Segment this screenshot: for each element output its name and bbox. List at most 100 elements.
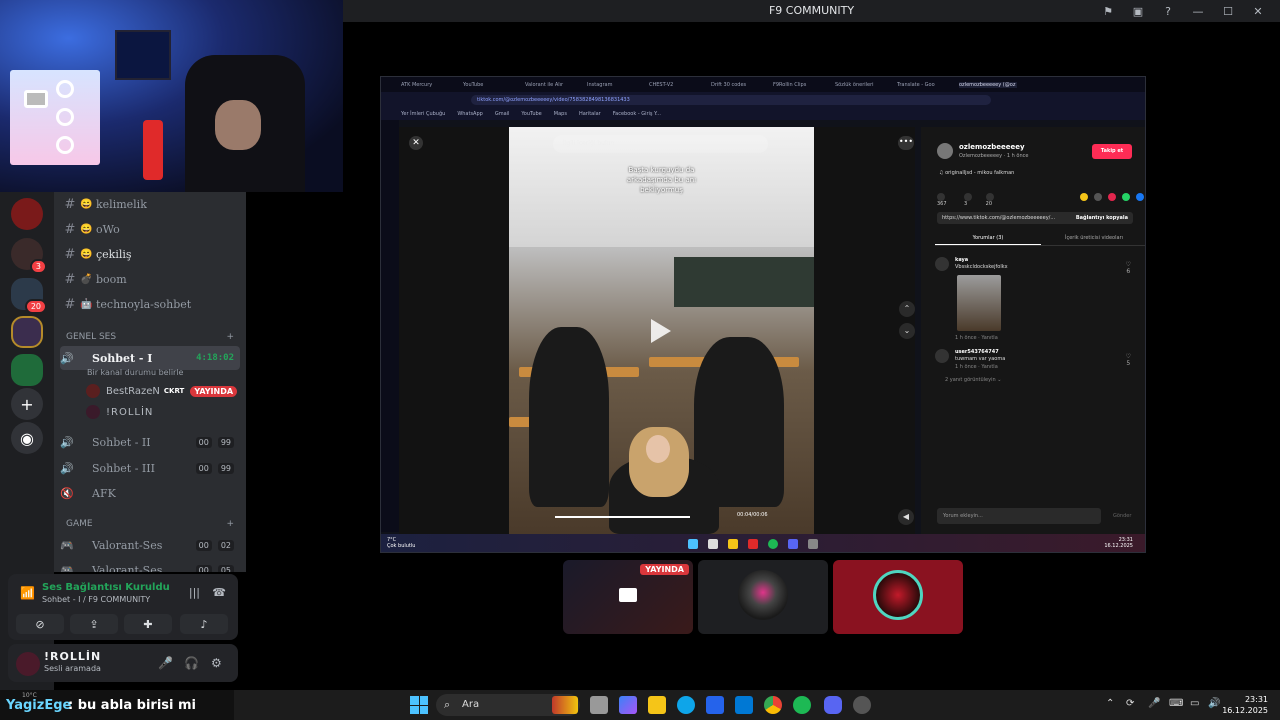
add-server-icon[interactable]: + <box>11 388 43 420</box>
browser-tab[interactable]: Drift 30 codes <box>711 82 769 88</box>
voice-channel[interactable]: 🎮 Valorant-Ses 00 05 <box>60 558 240 572</box>
bookmark[interactable]: YouTube <box>521 111 541 117</box>
text-channel[interactable]: # 😄 çekiliş <box>60 242 240 266</box>
view-replies[interactable]: 2 yanıt görüntüleyin ⌄ <box>945 377 1001 383</box>
browser-tab[interactable]: YouTube <box>463 82 521 88</box>
bookmark[interactable]: Gmail <box>495 111 510 117</box>
close-icon[interactable]: ✕ <box>1246 3 1270 19</box>
follow-button[interactable]: Takip et <box>1092 144 1132 159</box>
stream-tile[interactable]: YAYINDA <box>563 560 693 634</box>
avatar[interactable] <box>937 143 953 159</box>
voice-channel-active[interactable]: 🔊 Sohbet - I 4:18:02 <box>60 346 240 370</box>
keyboard-icon[interactable]: ⌨ <box>1169 698 1183 709</box>
bookmark[interactable]: Yer İmleri Çubuğu <box>401 111 445 117</box>
browser-tab[interactable]: Valorant ile Alır <box>525 82 583 88</box>
server-icon[interactable] <box>11 198 43 230</box>
app-icon[interactable] <box>853 696 871 714</box>
signal-icon[interactable]: 📶 <box>20 586 35 600</box>
help-icon[interactable]: ? <box>1156 3 1180 19</box>
task-view-icon[interactable] <box>590 696 608 714</box>
play-icon[interactable] <box>651 319 671 343</box>
spotify-icon[interactable] <box>793 696 811 714</box>
video-progress[interactable] <box>555 516 690 518</box>
bookmark[interactable]: Haritalar <box>579 111 601 117</box>
discord-icon[interactable] <box>824 696 842 714</box>
soundboard-button[interactable]: ♪ <box>180 614 228 634</box>
browser-tab[interactable]: ATK Mercury <box>401 82 459 88</box>
disconnect-icon[interactable]: ☎ <box>212 586 226 599</box>
like-count[interactable]: 367 <box>937 193 954 207</box>
voice-user[interactable]: !ROLLİN <box>86 402 240 422</box>
copy-link-button[interactable]: Bağlantıyı kopyala <box>1076 215 1128 221</box>
browser-tab[interactable]: Translate - Goo <box>897 82 955 88</box>
like-comment-icon[interactable]: ♡ 6 <box>1126 261 1131 275</box>
bookmark-count[interactable]: 20 <box>985 193 1000 207</box>
comment-count[interactable]: 3 <box>963 193 976 207</box>
avatar[interactable] <box>935 349 949 363</box>
browser-tab-active[interactable]: ozlemozbeeeeey (@oz <box>959 81 1017 88</box>
comment-input[interactable]: Yorum ekleyin... <box>937 508 1101 524</box>
channel-status[interactable]: Bir kanal durumu belirle <box>87 368 183 377</box>
discover-icon[interactable]: ◉ <box>11 422 43 454</box>
more-options-icon[interactable]: ••• <box>898 136 914 150</box>
voice-channel[interactable]: 🔊 Sohbet - II 00 99 <box>60 430 240 454</box>
volume-icon[interactable]: ◀ <box>898 509 914 525</box>
browser-tab[interactable]: F9Rollin Clips <box>773 82 831 88</box>
edge-icon[interactable] <box>677 696 695 714</box>
sync-icon[interactable]: ⟳ <box>1126 698 1134 709</box>
bookmark[interactable]: WhatsApp <box>457 111 483 117</box>
bookmark[interactable]: Maps <box>554 111 567 117</box>
chevron-down-icon[interactable]: ⌄ <box>899 323 915 339</box>
category-game[interactable]: GAME + <box>66 519 234 529</box>
comment-image[interactable] <box>957 275 1001 331</box>
tab-comments[interactable]: Yorumlar (3) <box>935 232 1041 245</box>
text-channel[interactable]: # 😄 oWo <box>60 217 240 241</box>
author-name[interactable]: ozlemozbeeeeey <box>959 143 1025 151</box>
share-icons[interactable] <box>1080 193 1145 207</box>
category-genel-ses[interactable]: GENEL SES + <box>66 332 234 342</box>
stream-view[interactable]: ATK Mercury YouTube Valorant ile Alır In… <box>380 76 1146 553</box>
microphone-icon[interactable]: 🎤 <box>1148 698 1160 709</box>
voice-channel[interactable]: 🔊 Sohbet - III 00 99 <box>60 456 240 480</box>
clock[interactable]: 23:31 16.12.2025 <box>1222 694 1268 716</box>
store-icon[interactable] <box>706 696 724 714</box>
avatar[interactable] <box>16 652 40 676</box>
chrome-icon[interactable] <box>764 696 782 714</box>
participant-tile[interactable] <box>698 560 828 634</box>
maximize-icon[interactable]: ☐ <box>1216 3 1240 19</box>
voice-user[interactable]: BestRazeN CKRT YAYINDA <box>86 381 240 401</box>
bookmark[interactable]: Facebook - Giriş Y... <box>613 111 661 117</box>
headphones-icon[interactable]: 🎧 <box>184 656 199 670</box>
camera-off-button[interactable]: ⊘ <box>16 614 64 634</box>
server-icon[interactable]: 3 <box>11 238 47 274</box>
participant-tile[interactable] <box>833 560 963 634</box>
like-comment-icon[interactable]: ♡ 5 <box>1126 353 1131 367</box>
share-screen-button[interactable]: ⇪ <box>70 614 118 634</box>
speaker-icon[interactable]: 🔊 <box>1208 698 1220 709</box>
close-icon[interactable]: ✕ <box>409 136 423 150</box>
text-channel[interactable]: # 😄 kelimelik <box>60 192 240 216</box>
text-channel[interactable]: # 💣 boom <box>60 267 240 291</box>
browser-tab[interactable]: CHEST-V2 <box>649 82 707 88</box>
activities-button[interactable]: ✚ <box>124 614 172 634</box>
server-folder[interactable] <box>11 316 43 348</box>
microphone-icon[interactable]: 🎤 <box>158 656 173 670</box>
server-folder[interactable] <box>11 354 43 386</box>
browser-tab[interactable]: Instagram <box>587 82 645 88</box>
copilot-icon[interactable] <box>619 696 637 714</box>
outlook-icon[interactable] <box>735 696 753 714</box>
url-field[interactable]: tiktok.com/@ozlemozbeeeeey/video/7583828… <box>471 95 991 105</box>
voice-channel[interactable]: 🔇 AFK <box>60 481 240 505</box>
tiktok-search[interactable]: İlgili içeriği bulun <box>553 135 768 153</box>
flag-icon[interactable]: ⚑ <box>1096 3 1120 19</box>
tab-creator-videos[interactable]: İçerik üreticisi videoları <box>1041 232 1145 245</box>
minimize-icon[interactable]: — <box>1186 3 1210 19</box>
voice-channel[interactable]: 🎮 Valorant-Ses 00 02 <box>60 533 240 557</box>
voice-status[interactable]: Ses Bağlantısı Kuruldu <box>42 582 170 593</box>
send-button[interactable]: Gönder <box>1113 513 1131 519</box>
text-channel[interactable]: # 🤖 technoyla-sohbet <box>60 292 240 316</box>
windows-start-icon[interactable] <box>410 696 428 714</box>
file-explorer-icon[interactable] <box>648 696 666 714</box>
add-channel-icon[interactable]: + <box>226 519 234 529</box>
server-folder[interactable]: 20 <box>11 278 47 314</box>
